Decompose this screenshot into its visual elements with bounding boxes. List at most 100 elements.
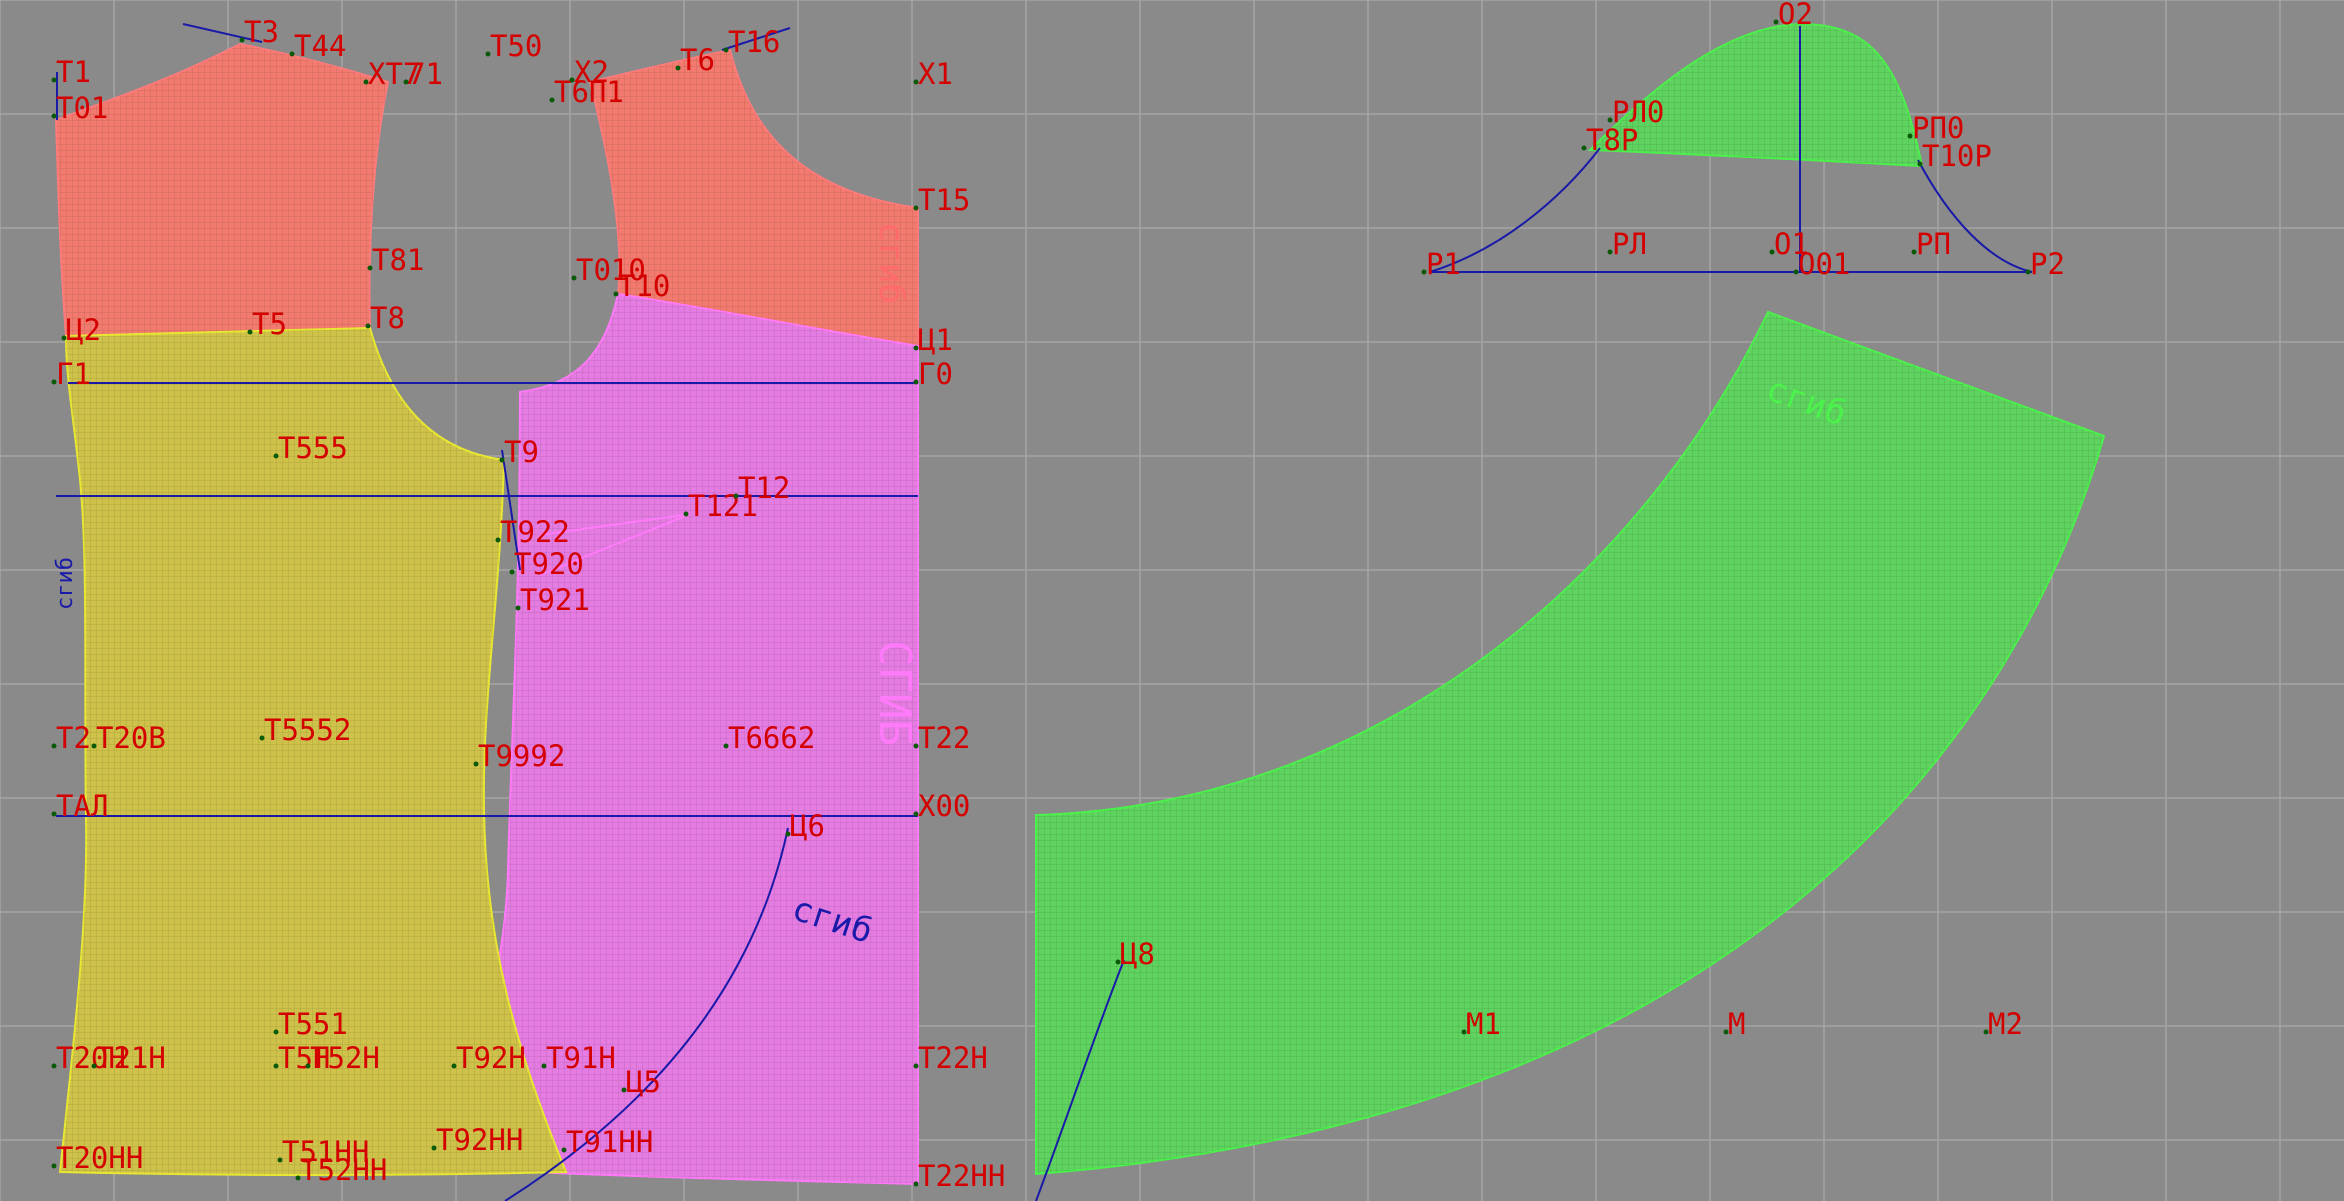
point-marker (473, 761, 479, 767)
point-marker (1607, 117, 1613, 123)
point-marker (91, 1063, 97, 1069)
point-marker (51, 743, 57, 749)
label-u8: Ц8 (1120, 937, 1155, 971)
point-marker (541, 1063, 547, 1069)
point-marker (277, 1157, 283, 1163)
label-t15: T15 (918, 183, 970, 217)
label-g0: Г0 (918, 357, 953, 391)
point-marker (723, 743, 729, 749)
label-t611: T6П1 (554, 75, 624, 109)
pattern-canvas[interactable]: сгиб сгиб СГИБ сгиб сгиб T3 T44 XT7 71 T… (0, 0, 2344, 1201)
label-t20: T2 (56, 721, 91, 755)
point-marker (913, 811, 919, 817)
label-r2: P2 (2030, 247, 2065, 281)
point-marker (561, 1147, 567, 1153)
label-t555: T555 (278, 431, 348, 465)
label-t71: 71 (408, 57, 443, 91)
point-marker (403, 79, 409, 85)
label-t3: T3 (244, 15, 279, 49)
point-marker (305, 1063, 311, 1069)
label-x00: X00 (918, 789, 970, 823)
label-t22h: T22H (918, 1041, 988, 1075)
label-t92h: T92H (456, 1041, 526, 1075)
point-marker (913, 1181, 919, 1187)
label-t91h: T91H (546, 1041, 616, 1075)
point-marker (51, 113, 57, 119)
point-marker (51, 379, 57, 385)
label-m: M (1728, 1007, 1745, 1041)
point-marker (913, 205, 919, 211)
label-t20hh: T20HH (56, 1141, 143, 1175)
point-marker (1115, 959, 1121, 965)
point-marker (1607, 249, 1613, 255)
point-marker (239, 37, 245, 43)
label-o01: O01 (1798, 247, 1850, 281)
label-t22: T22 (918, 721, 970, 755)
label-t92hh: T92HH (436, 1123, 523, 1157)
label-t551: T551 (278, 1007, 348, 1041)
point-marker (51, 811, 57, 817)
point-marker (1461, 1029, 1467, 1035)
point-marker (1769, 249, 1775, 255)
point-marker (913, 345, 919, 351)
label-t9: T9 (504, 435, 539, 469)
point-marker (367, 265, 373, 271)
point-marker (51, 1163, 57, 1169)
label-t921: T921 (520, 583, 590, 617)
label-t1: T1 (56, 55, 91, 89)
point-marker (91, 743, 97, 749)
point-marker (365, 323, 371, 329)
label-t52h: T52H (310, 1041, 380, 1075)
point-marker (289, 51, 295, 57)
label-t01: T01 (56, 91, 108, 125)
label-t20b: T20B (96, 721, 166, 755)
label-t5: T5 (252, 307, 287, 341)
label-u1: Ц1 (918, 323, 953, 357)
point-marker (913, 743, 919, 749)
point-marker (569, 77, 575, 83)
label-r1: P1 (1426, 247, 1461, 281)
fold-text-front: сгиб (53, 557, 78, 610)
label-t50: T50 (490, 29, 542, 63)
label-t8r: T8P (1586, 123, 1638, 157)
point-marker (495, 537, 501, 543)
label-tal: TAЛ (56, 789, 108, 823)
point-marker (61, 335, 67, 341)
point-marker (1917, 161, 1923, 167)
label-rp: PП (1916, 227, 1951, 261)
point-marker (273, 453, 279, 459)
label-t10: T10 (618, 269, 670, 303)
point-marker (515, 605, 521, 611)
label-t662: T6662 (728, 721, 815, 755)
point-marker (509, 569, 515, 575)
point-marker (675, 65, 681, 71)
label-t81: T81 (372, 243, 424, 277)
point-marker (1581, 145, 1587, 151)
fold-text-back-yoke: сгиб (871, 222, 911, 304)
point-marker (51, 77, 57, 83)
point-marker (733, 493, 739, 499)
label-t6: T6 (680, 43, 715, 77)
point-marker (1773, 19, 1779, 25)
label-m2: M2 (1988, 1007, 2023, 1041)
point-marker (451, 1063, 457, 1069)
point-marker (913, 379, 919, 385)
point-marker (1723, 1029, 1729, 1035)
point-marker (785, 831, 791, 837)
point-marker (621, 1087, 627, 1093)
label-t22hh: T22HH (918, 1159, 1005, 1193)
fold-text-back: СГИБ (869, 640, 920, 746)
label-t8: T8 (370, 301, 405, 335)
point-marker (1907, 133, 1913, 139)
point-marker (51, 1063, 57, 1069)
point-marker (571, 275, 577, 281)
point-marker (247, 329, 253, 335)
label-u2: Ц2 (66, 313, 101, 347)
point-marker (485, 51, 491, 57)
point-marker (723, 47, 729, 53)
point-marker (273, 1063, 279, 1069)
label-m1: M1 (1466, 1007, 1501, 1041)
point-marker (1421, 269, 1427, 275)
label-t121: T121 (688, 489, 758, 523)
point-marker (1793, 269, 1799, 275)
